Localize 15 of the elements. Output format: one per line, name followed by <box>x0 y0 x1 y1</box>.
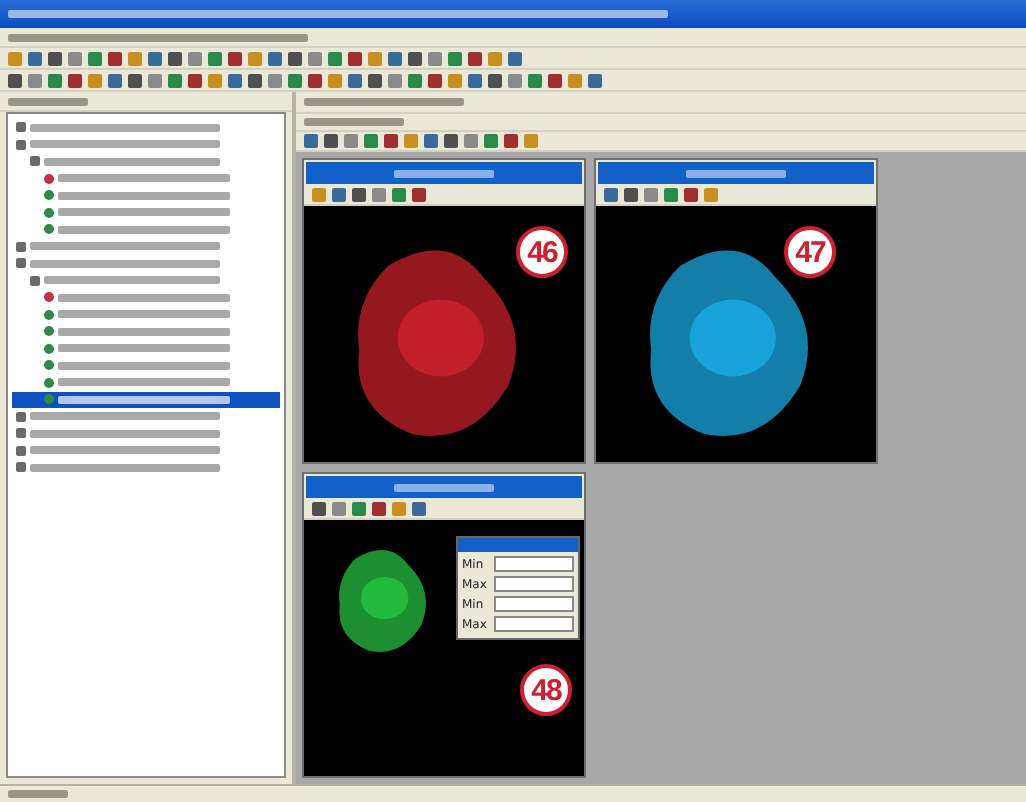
dialog-title-bar <box>458 538 578 552</box>
input-field[interactable] <box>494 616 574 632</box>
tree-item[interactable] <box>12 392 280 407</box>
callout-number: 48 <box>520 664 572 716</box>
input-field[interactable] <box>494 576 574 592</box>
input-field[interactable] <box>494 596 574 612</box>
input-field[interactable] <box>494 556 574 572</box>
blurred-tabs <box>304 118 404 126</box>
blurred-label <box>8 97 88 105</box>
callout-number: 47 <box>784 226 836 278</box>
callout-number: 46 <box>516 226 568 278</box>
blurred-title <box>686 169 786 177</box>
blurred-title <box>394 169 494 177</box>
blurred-title <box>394 483 494 491</box>
blurred-status <box>8 790 68 798</box>
